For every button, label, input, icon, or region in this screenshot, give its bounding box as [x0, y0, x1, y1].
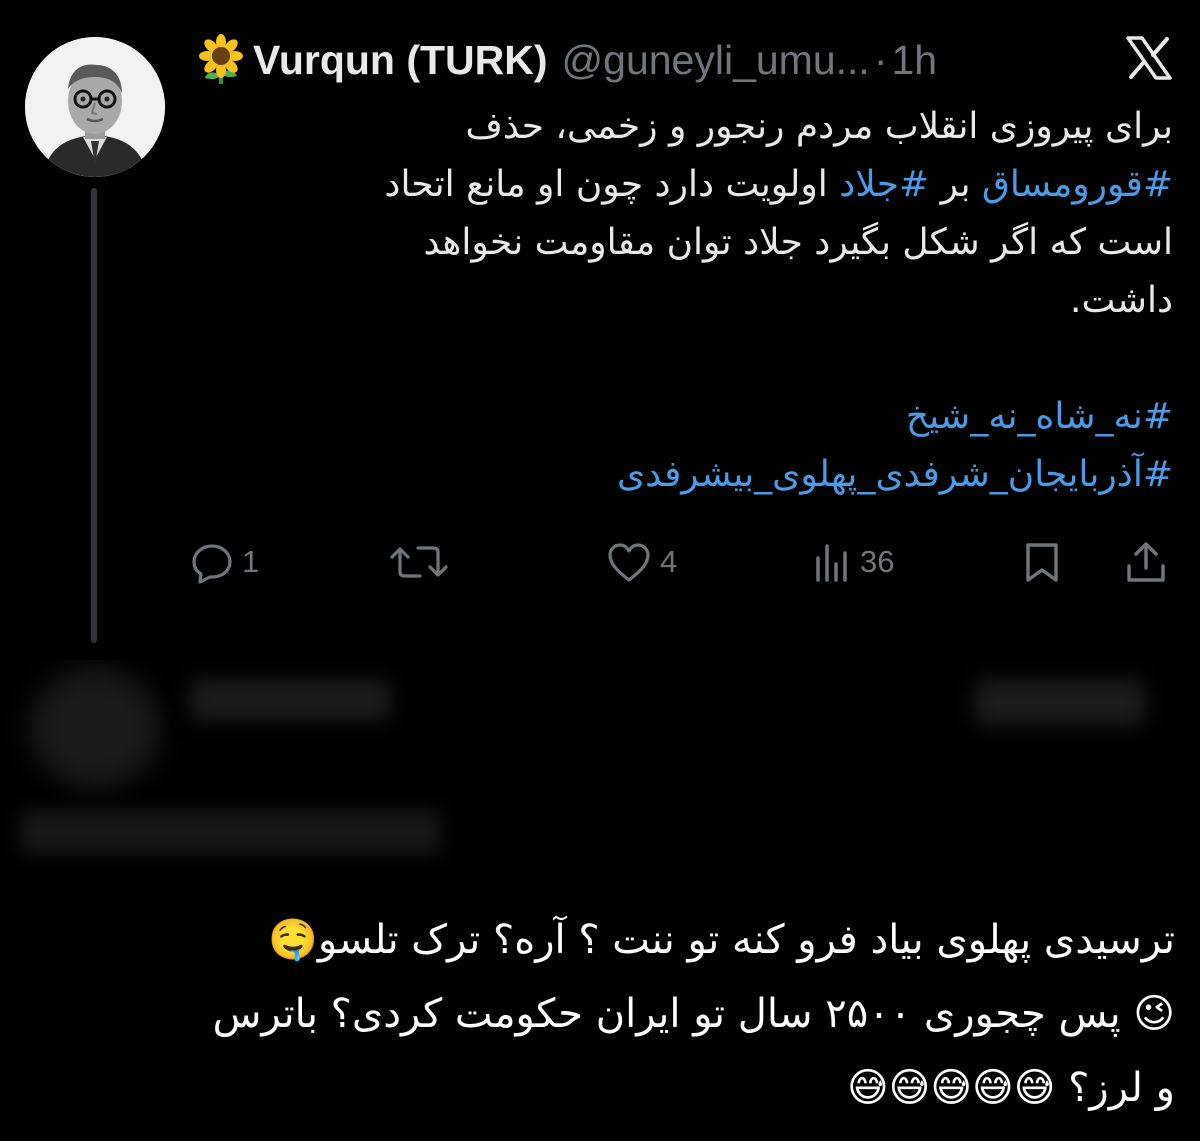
- blurred-meta: [975, 680, 1145, 725]
- display-name[interactable]: Vurqun (TURK): [253, 37, 548, 84]
- reply-line-1: ترسیدی پهلوی بیاد فرو کنه تو ننت ؟ آره؟ …: [268, 917, 1175, 963]
- sunflower-icon: [195, 34, 247, 86]
- reply-count: 1: [242, 544, 260, 579]
- hashtag-link[interactable]: #جلاد: [839, 164, 929, 205]
- views-icon: [816, 544, 847, 582]
- tweet-line-1: برای پیروزی انقلاب مردم رنجور و زخمی، حذ…: [465, 106, 1173, 147]
- views-count: 36: [860, 544, 895, 579]
- reply-body: ترسیدی پهلوی بیاد فرو کنه تو ننت ؟ آره؟ …: [25, 903, 1175, 1125]
- user-handle[interactable]: @guneyli_umu...: [562, 37, 870, 84]
- reply-button[interactable]: 1: [190, 540, 259, 584]
- reply-line-3: و لرز؟ 😅😅😅😅😅: [846, 1065, 1175, 1111]
- share-button[interactable]: [1124, 540, 1168, 584]
- bookmark-icon: [1026, 543, 1058, 582]
- retweet-button[interactable]: [388, 540, 460, 584]
- tweet-line-4: داشت.: [1070, 280, 1173, 321]
- like-button[interactable]: 4: [606, 540, 677, 584]
- avatar[interactable]: [25, 37, 165, 177]
- retweet-icon: [390, 546, 448, 578]
- blurred-reply-header: [0, 660, 1200, 890]
- tweet-text-fragment: بر: [940, 164, 971, 205]
- timestamp[interactable]: 1h: [891, 37, 937, 84]
- views-button[interactable]: 36: [812, 540, 894, 584]
- blurred-avatar: [30, 668, 160, 788]
- reply-icon: [192, 544, 232, 584]
- tweet-body: برای پیروزی انقلاب مردم رنجور و زخمی، حذ…: [195, 98, 1173, 504]
- reply-line-2: 😉 پس چجوری ۲۵۰۰ سال تو ایران حکومت کردی؟…: [212, 991, 1175, 1037]
- hashtag-link[interactable]: #نه_شاه_نه_شیخ: [195, 388, 1173, 446]
- hashtag-link[interactable]: #آذربایجان_شرفدی_پهلوی_بیشرفدی: [195, 446, 1173, 504]
- like-count: 4: [660, 544, 678, 579]
- blurred-translation-note: [20, 810, 440, 854]
- tweet-header: Vurqun (TURK) @guneyli_umu... · 1h: [195, 30, 1185, 90]
- separator-dot: ·: [873, 36, 888, 83]
- bookmark-button[interactable]: [1022, 540, 1062, 584]
- share-icon: [1127, 542, 1165, 582]
- tweet-actions-bar: 1 4 36: [0, 540, 1200, 590]
- tweet-line-2: #قورومساق بر #جلاد اولویت دارد چون او ما…: [195, 156, 1173, 214]
- tweet-line-3: است که اگر شکل بگیرد جلاد توان مقاومت نخ…: [423, 222, 1173, 263]
- hashtag-link[interactable]: #قورومساق: [982, 164, 1173, 205]
- x-logo-icon[interactable]: [1126, 36, 1172, 80]
- blurred-name: [190, 680, 390, 720]
- tweet-text-fragment: اولویت دارد چون او مانع اتحاد: [384, 164, 828, 205]
- avatar-portrait: [25, 37, 165, 177]
- like-icon: [608, 543, 650, 582]
